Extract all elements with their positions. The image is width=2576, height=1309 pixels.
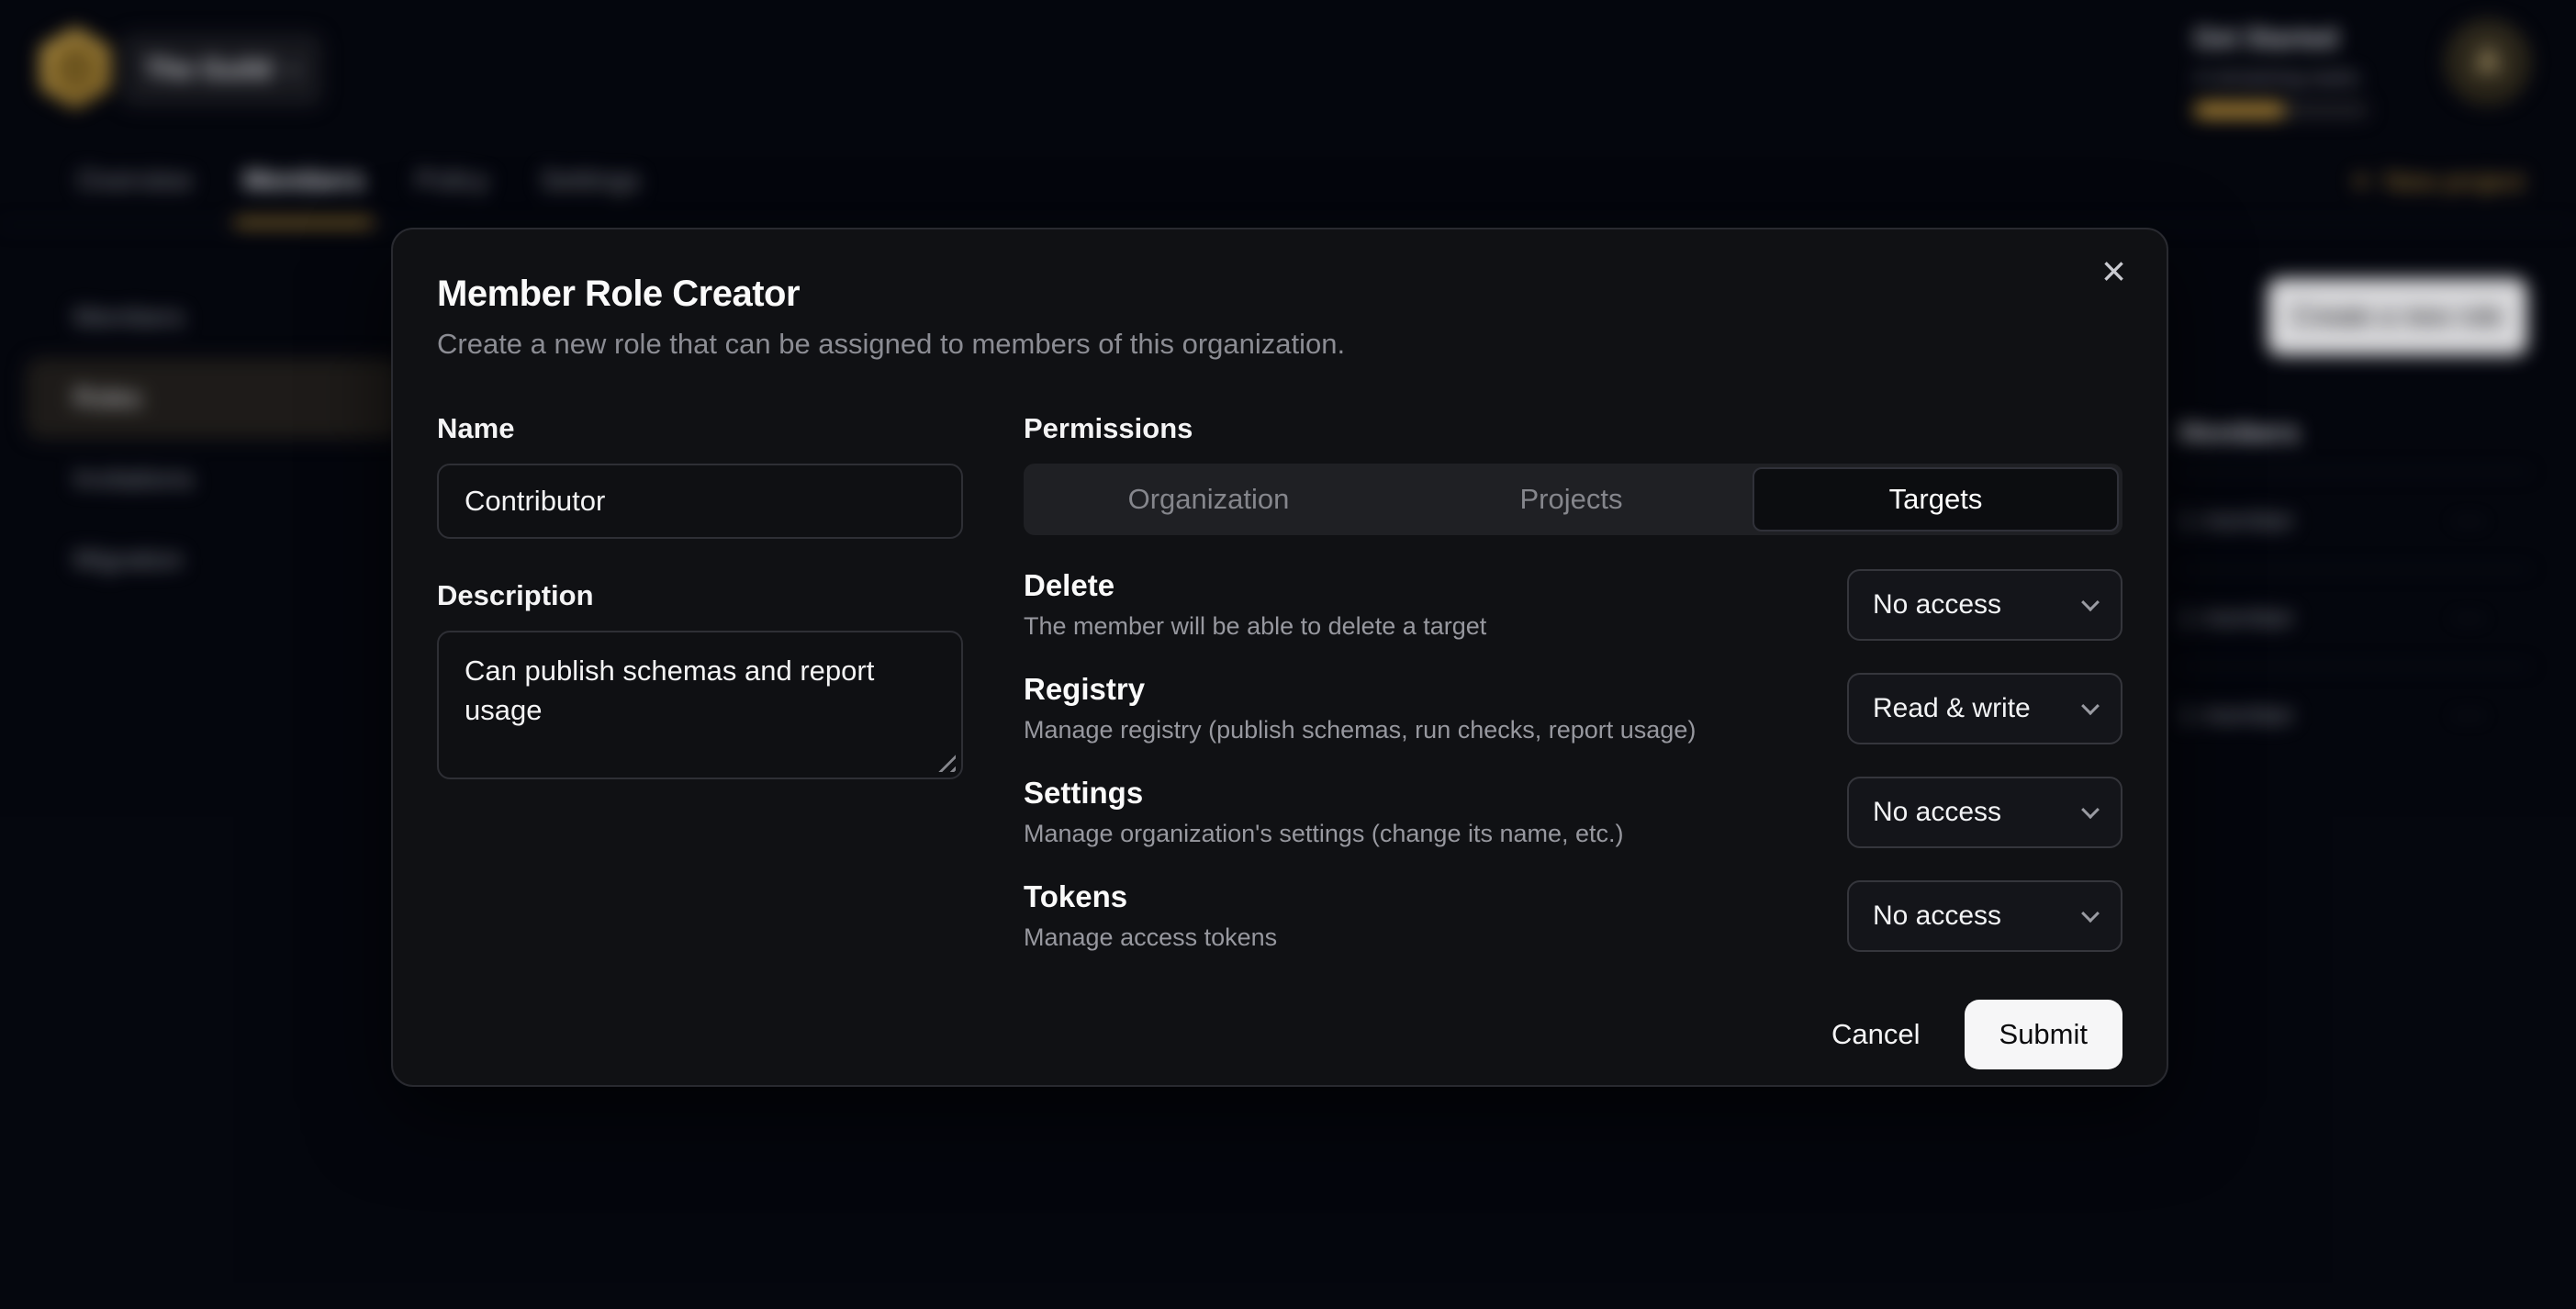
chevron-down-icon <box>2081 904 2100 923</box>
member-role-creator-dialog: × Member Role Creator Create a new role … <box>391 228 2168 1087</box>
chevron-down-icon <box>2081 800 2100 819</box>
permission-description: The member will be able to delete a targ… <box>1024 612 1486 641</box>
dialog-subtitle: Create a new role that can be assigned t… <box>437 328 2122 361</box>
select-value: No access <box>1873 797 2001 828</box>
select-value: No access <box>1873 589 2001 621</box>
permission-text: Delete The member will be able to delete… <box>1024 568 1486 641</box>
permission-row-settings: Settings Manage organization's settings … <box>1024 776 2122 848</box>
permission-row-delete: Delete The member will be able to delete… <box>1024 568 2122 641</box>
perm-tab-organization[interactable]: Organization <box>1027 467 1390 531</box>
chevron-down-icon <box>2081 593 2100 611</box>
role-name-input[interactable]: Contributor <box>437 464 963 539</box>
select-value: No access <box>1873 901 2001 932</box>
permission-row-registry: Registry Manage registry (publish schema… <box>1024 672 2122 744</box>
close-icon[interactable]: × <box>2101 250 2126 292</box>
chevron-down-icon <box>2081 697 2100 715</box>
registry-access-select[interactable]: Read & write <box>1847 673 2122 744</box>
permission-title: Tokens <box>1024 879 1277 914</box>
permission-description: Manage organization's settings (change i… <box>1024 820 1624 848</box>
permission-title: Registry <box>1024 672 1696 707</box>
resize-handle-icon[interactable] <box>937 754 956 772</box>
role-name-value: Contributor <box>465 485 605 518</box>
permission-description: Manage registry (publish schemas, run ch… <box>1024 716 1696 744</box>
permission-text: Registry Manage registry (publish schema… <box>1024 672 1696 744</box>
perm-tab-label: Targets <box>1889 483 1983 516</box>
select-value: Read & write <box>1873 693 2031 724</box>
submit-button[interactable]: Submit <box>1965 1000 2122 1069</box>
submit-label: Submit <box>1999 1018 2088 1051</box>
dialog-body: Name Contributor Description Can publish… <box>437 412 2122 1069</box>
tokens-access-select[interactable]: No access <box>1847 880 2122 952</box>
delete-access-select[interactable]: No access <box>1847 569 2122 641</box>
permission-text: Settings Manage organization's settings … <box>1024 776 1624 848</box>
permission-description: Manage access tokens <box>1024 923 1277 952</box>
permissions-tabstrip: Organization Projects Targets <box>1024 464 2122 535</box>
permissions-column: Permissions Organization Projects Target… <box>1024 412 2122 1069</box>
role-fields-column: Name Contributor Description Can publish… <box>437 412 963 1069</box>
role-description-value: Can publish schemas and report usage <box>465 654 874 726</box>
cancel-button[interactable]: Cancel <box>1831 1018 1921 1051</box>
perm-tab-label: Projects <box>1520 483 1623 516</box>
dialog-footer: Cancel Submit <box>1024 1000 2122 1069</box>
description-label: Description <box>437 579 963 612</box>
role-description-textarea[interactable]: Can publish schemas and report usage <box>437 631 963 779</box>
dialog-title: Member Role Creator <box>437 274 2122 315</box>
settings-access-select[interactable]: No access <box>1847 777 2122 848</box>
permissions-label: Permissions <box>1024 412 2122 445</box>
name-label: Name <box>437 412 963 445</box>
permission-title: Delete <box>1024 568 1486 603</box>
permission-title: Settings <box>1024 776 1624 811</box>
permission-text: Tokens Manage access tokens <box>1024 879 1277 952</box>
perm-tab-targets[interactable]: Targets <box>1753 467 2119 531</box>
permission-row-tokens: Tokens Manage access tokens No access <box>1024 879 2122 952</box>
perm-tab-projects[interactable]: Projects <box>1390 467 1753 531</box>
perm-tab-label: Organization <box>1128 483 1290 516</box>
permission-rows: Delete The member will be able to delete… <box>1024 568 2122 952</box>
